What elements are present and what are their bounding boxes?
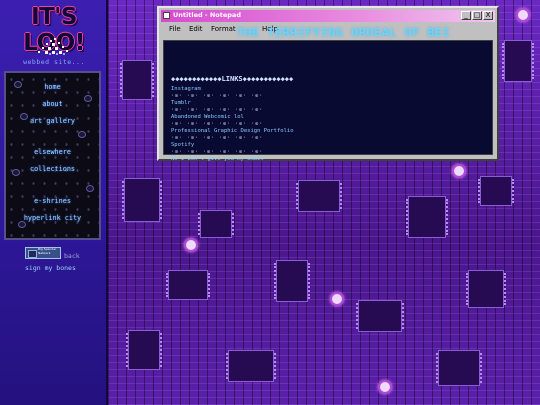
link-webcomic[interactable]: Abandoned Webcomic lol bbox=[171, 114, 244, 120]
bubble-decoration-icon bbox=[18, 221, 26, 228]
nav-link-about[interactable]: about bbox=[6, 100, 99, 108]
chip-decoration bbox=[502, 40, 534, 82]
nav-link-e-shrines[interactable]: e-shrines bbox=[6, 197, 99, 205]
divider-dots: ·⊙· ·⊙· ·⊙· ·⊙· ·⊙· ·⊙· bbox=[171, 135, 264, 141]
nav-menu: home about art gallery elsewhere collect… bbox=[4, 71, 101, 240]
nav-link-collections[interactable]: collections bbox=[6, 165, 99, 173]
link-instagram[interactable]: Instagram bbox=[171, 86, 201, 92]
glow-pad-decoration bbox=[330, 292, 344, 306]
marquee-text: THE TERRIFYING ORDEAL OF BEI bbox=[237, 26, 451, 39]
glow-pad-decoration bbox=[378, 380, 392, 394]
sparkle-cluster-icon bbox=[38, 38, 68, 55]
network-badge[interactable]: Big Spender Network bbox=[25, 247, 61, 259]
divider-dots: ·⊙· ·⊙· ·⊙· ·⊙· ·⊙· ·⊙· bbox=[171, 107, 264, 113]
close-button[interactable]: X bbox=[483, 11, 493, 20]
chip-decoration bbox=[120, 60, 154, 100]
link-spotify[interactable]: Spotify bbox=[171, 142, 194, 148]
badge-text: Big Spender Network bbox=[38, 247, 57, 255]
links-heading: ◆◆◆◆◆◆◆◆◆◆◆◆LINKS◆◆◆◆◆◆◆◆◆◆◆◆ bbox=[171, 75, 294, 83]
menu-edit[interactable]: Edit bbox=[189, 25, 203, 33]
chip-decoration bbox=[198, 210, 234, 238]
chip-decoration bbox=[126, 330, 162, 370]
notepad-icon bbox=[163, 12, 170, 19]
notepad-text-area[interactable]: ◆◆◆◆◆◆◆◆◆◆◆◆LINKS◆◆◆◆◆◆◆◆◆◆◆◆ Instagram … bbox=[163, 40, 493, 162]
divider-dots: ·⊙· ·⊙· ·⊙· ·⊙· ·⊙· ·⊙· bbox=[171, 149, 264, 155]
divider-dots: ·⊙· ·⊙· ·⊙· ·⊙· ·⊙· ·⊙· bbox=[171, 93, 264, 99]
chip-decoration bbox=[226, 350, 276, 382]
guestbook-link[interactable]: sign my bones bbox=[25, 264, 76, 272]
chip-decoration bbox=[274, 260, 310, 302]
minimize-button[interactable]: _ bbox=[461, 11, 471, 20]
glow-pad-decoration bbox=[184, 238, 198, 252]
nav-link-elsewhere[interactable]: elsewhere bbox=[6, 148, 99, 156]
nav-link-home[interactable]: home bbox=[6, 83, 99, 91]
menu-format[interactable]: Format bbox=[211, 25, 236, 33]
menu-file[interactable]: File bbox=[169, 25, 181, 33]
window-title: Untitled - Notepad bbox=[173, 11, 241, 19]
glow-pad-decoration bbox=[516, 8, 530, 22]
bubble-decoration-icon bbox=[78, 131, 86, 138]
nav-link-hyperlink-city[interactable]: hyperlink city bbox=[6, 214, 99, 222]
notepad-window: Untitled - Notepad _ □ X File Edit Forma… bbox=[157, 6, 499, 162]
chip-decoration bbox=[436, 350, 482, 386]
nav-link-art-gallery[interactable]: art gallery bbox=[6, 117, 99, 125]
bubble-decoration-icon bbox=[86, 185, 94, 192]
chip-decoration bbox=[466, 270, 506, 308]
maximize-button[interactable]: □ bbox=[472, 11, 482, 20]
window-titlebar[interactable]: Untitled - Notepad _ □ X bbox=[161, 10, 495, 22]
badge-logo-icon bbox=[28, 250, 37, 258]
back-link[interactable]: back bbox=[64, 252, 80, 260]
divider-dots: ·⊙· ·⊙· ·⊙· ·⊙· ·⊙· ·⊙· bbox=[171, 121, 264, 127]
link-tumblr[interactable]: Tumblr bbox=[171, 100, 191, 106]
chip-decoration bbox=[478, 176, 514, 206]
chip-decoration bbox=[296, 180, 342, 212]
link-portfolio[interactable]: Professional Graphic Design Portfolio bbox=[171, 128, 294, 134]
site-tagline: webbed site... bbox=[23, 58, 85, 66]
chip-decoration bbox=[122, 178, 162, 222]
glow-pad-decoration bbox=[452, 164, 466, 178]
chip-decoration bbox=[406, 196, 448, 238]
email-note: No I won't give you my email bbox=[171, 156, 264, 162]
sidebar: IT'S LOO! webbed site... home about art … bbox=[0, 0, 108, 405]
chip-decoration bbox=[166, 270, 210, 300]
chip-decoration bbox=[356, 300, 404, 332]
